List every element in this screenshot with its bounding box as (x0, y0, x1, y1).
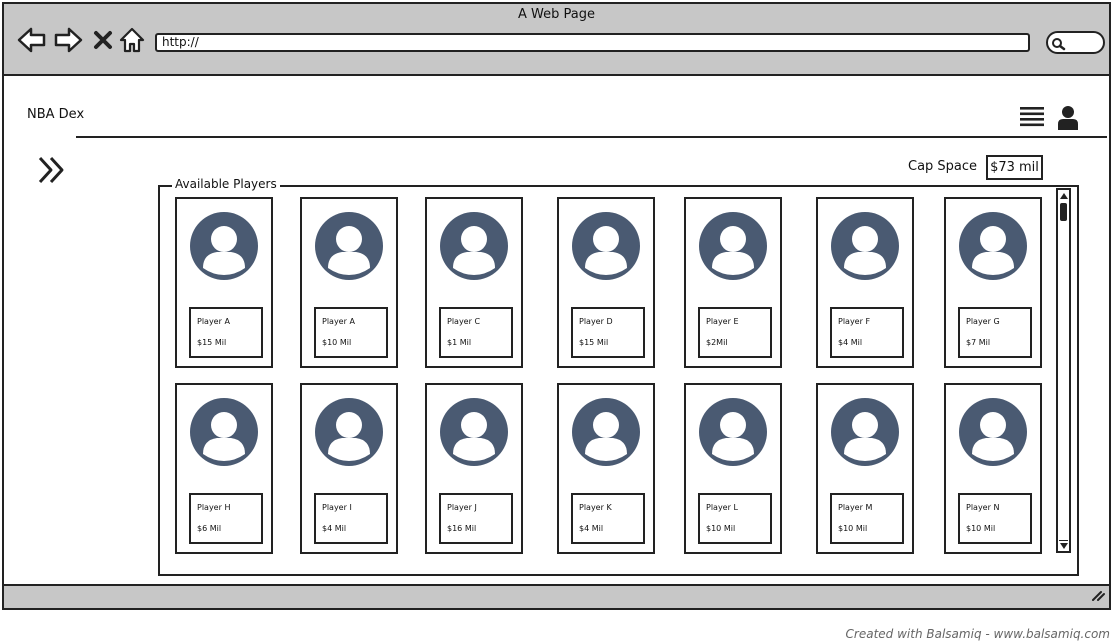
player-avatar-icon (830, 211, 900, 281)
user-icon[interactable] (1057, 105, 1079, 135)
player-salary: $7 Mil (966, 338, 991, 347)
player-name: Player J (447, 503, 477, 512)
player-salary: $4 Mil (322, 524, 347, 533)
player-info-box: Player L $10 Mil (698, 493, 772, 544)
player-name: Player G (966, 317, 1000, 326)
player-name: Player M (838, 503, 873, 512)
player-name: Player F (838, 317, 871, 326)
header-divider (76, 136, 1107, 138)
close-x-icon[interactable] (87, 24, 119, 56)
player-info-box: Player A $15 Mil (189, 307, 263, 358)
player-avatar-icon (439, 397, 509, 467)
player-info-box: Player F $4 Mil (830, 307, 904, 358)
player-card[interactable]: Player G $7 Mil (944, 197, 1042, 368)
player-info-box: Player I $4 Mil (314, 493, 388, 544)
player-avatar-icon (958, 397, 1028, 467)
player-name: Player K (579, 503, 612, 512)
player-salary: $10 Mil (838, 524, 868, 533)
player-card[interactable]: Player D $15 Mil (557, 197, 655, 368)
player-salary: $15 Mil (579, 338, 609, 347)
player-name: Player L (706, 503, 738, 512)
player-name: Player A (197, 317, 230, 326)
player-card[interactable]: Player M $10 Mil (816, 383, 914, 554)
app-brand[interactable]: NBA Dex (27, 107, 84, 122)
player-card[interactable]: Player A $10 Mil (300, 197, 398, 368)
player-avatar-icon (830, 397, 900, 467)
player-salary: $15 Mil (197, 338, 227, 347)
player-avatar-icon (314, 211, 384, 281)
player-name: Player E (706, 317, 739, 326)
player-name: Player A (322, 317, 355, 326)
player-avatar-icon (439, 211, 509, 281)
player-card[interactable]: Player A $15 Mil (175, 197, 273, 368)
browser-chrome: A Web Page http:// (4, 4, 1109, 76)
player-info-box: Player M $10 Mil (830, 493, 904, 544)
player-avatar-icon (189, 397, 259, 467)
player-info-box: Player A $10 Mil (314, 307, 388, 358)
cap-space-label: Cap Space (908, 159, 978, 174)
player-info-box: Player N $10 Mil (958, 493, 1032, 544)
player-card[interactable]: Player C $1 Mil (425, 197, 523, 368)
player-salary: $10 Mil (966, 524, 996, 533)
player-info-box: Player G $7 Mil (958, 307, 1032, 358)
player-info-box: Player H $6 Mil (189, 493, 263, 544)
cap-space-value: $73 mil (986, 155, 1043, 180)
available-players-title: Available Players (172, 177, 280, 191)
player-name: Player H (197, 503, 231, 512)
player-card[interactable]: Player J $16 Mil (425, 383, 523, 554)
forward-arrow-icon[interactable] (52, 24, 84, 56)
browser-statusbar (4, 584, 1109, 608)
player-salary: $10 Mil (322, 338, 352, 347)
search-icon (1051, 36, 1067, 55)
double-chevron-right-icon[interactable] (37, 155, 67, 189)
player-salary: $4 Mil (838, 338, 863, 347)
browser-search-field[interactable] (1046, 31, 1105, 54)
scrollbar-thumb[interactable] (1060, 203, 1067, 221)
player-info-box: Player C $1 Mil (439, 307, 513, 358)
player-info-box: Player E $2Mil (698, 307, 772, 358)
player-info-box: Player D $15 Mil (571, 307, 645, 358)
player-name: Player D (579, 317, 613, 326)
player-card[interactable]: Player N $10 Mil (944, 383, 1042, 554)
player-avatar-icon (571, 397, 641, 467)
scroll-down-arrow-icon[interactable] (1059, 540, 1068, 550)
player-card[interactable]: Player I $4 Mil (300, 383, 398, 554)
player-card[interactable]: Player E $2Mil (684, 197, 782, 368)
player-salary: $2Mil (706, 338, 728, 347)
back-arrow-icon[interactable] (16, 24, 48, 56)
window-title: A Web Page (518, 7, 595, 22)
player-info-box: Player K $4 Mil (571, 493, 645, 544)
scroll-up-arrow-icon[interactable] (1059, 191, 1068, 200)
vertical-scrollbar[interactable] (1056, 188, 1071, 553)
player-salary: $6 Mil (197, 524, 222, 533)
player-avatar-icon (189, 211, 259, 281)
player-salary: $4 Mil (579, 524, 604, 533)
player-name: Player I (322, 503, 352, 512)
player-name: Player C (447, 317, 481, 326)
player-salary: $10 Mil (706, 524, 736, 533)
home-icon[interactable] (116, 24, 148, 56)
player-card[interactable]: Player H $6 Mil (175, 383, 273, 554)
player-card[interactable]: Player F $4 Mil (816, 197, 914, 368)
balsamiq-credit: Created with Balsamiq - www.balsamiq.com (845, 627, 1110, 641)
player-avatar-icon (314, 397, 384, 467)
player-avatar-icon (698, 397, 768, 467)
menu-list-icon[interactable] (1019, 106, 1045, 132)
player-avatar-icon (958, 211, 1028, 281)
player-salary: $16 Mil (447, 524, 477, 533)
player-avatar-icon (571, 211, 641, 281)
player-salary: $1 Mil (447, 338, 472, 347)
player-info-box: Player J $16 Mil (439, 493, 513, 544)
player-name: Player N (966, 503, 1000, 512)
player-card[interactable]: Player K $4 Mil (557, 383, 655, 554)
player-card[interactable]: Player L $10 Mil (684, 383, 782, 554)
url-input[interactable]: http:// (155, 33, 1030, 52)
resize-grip-icon[interactable] (1089, 587, 1105, 606)
player-avatar-icon (698, 211, 768, 281)
